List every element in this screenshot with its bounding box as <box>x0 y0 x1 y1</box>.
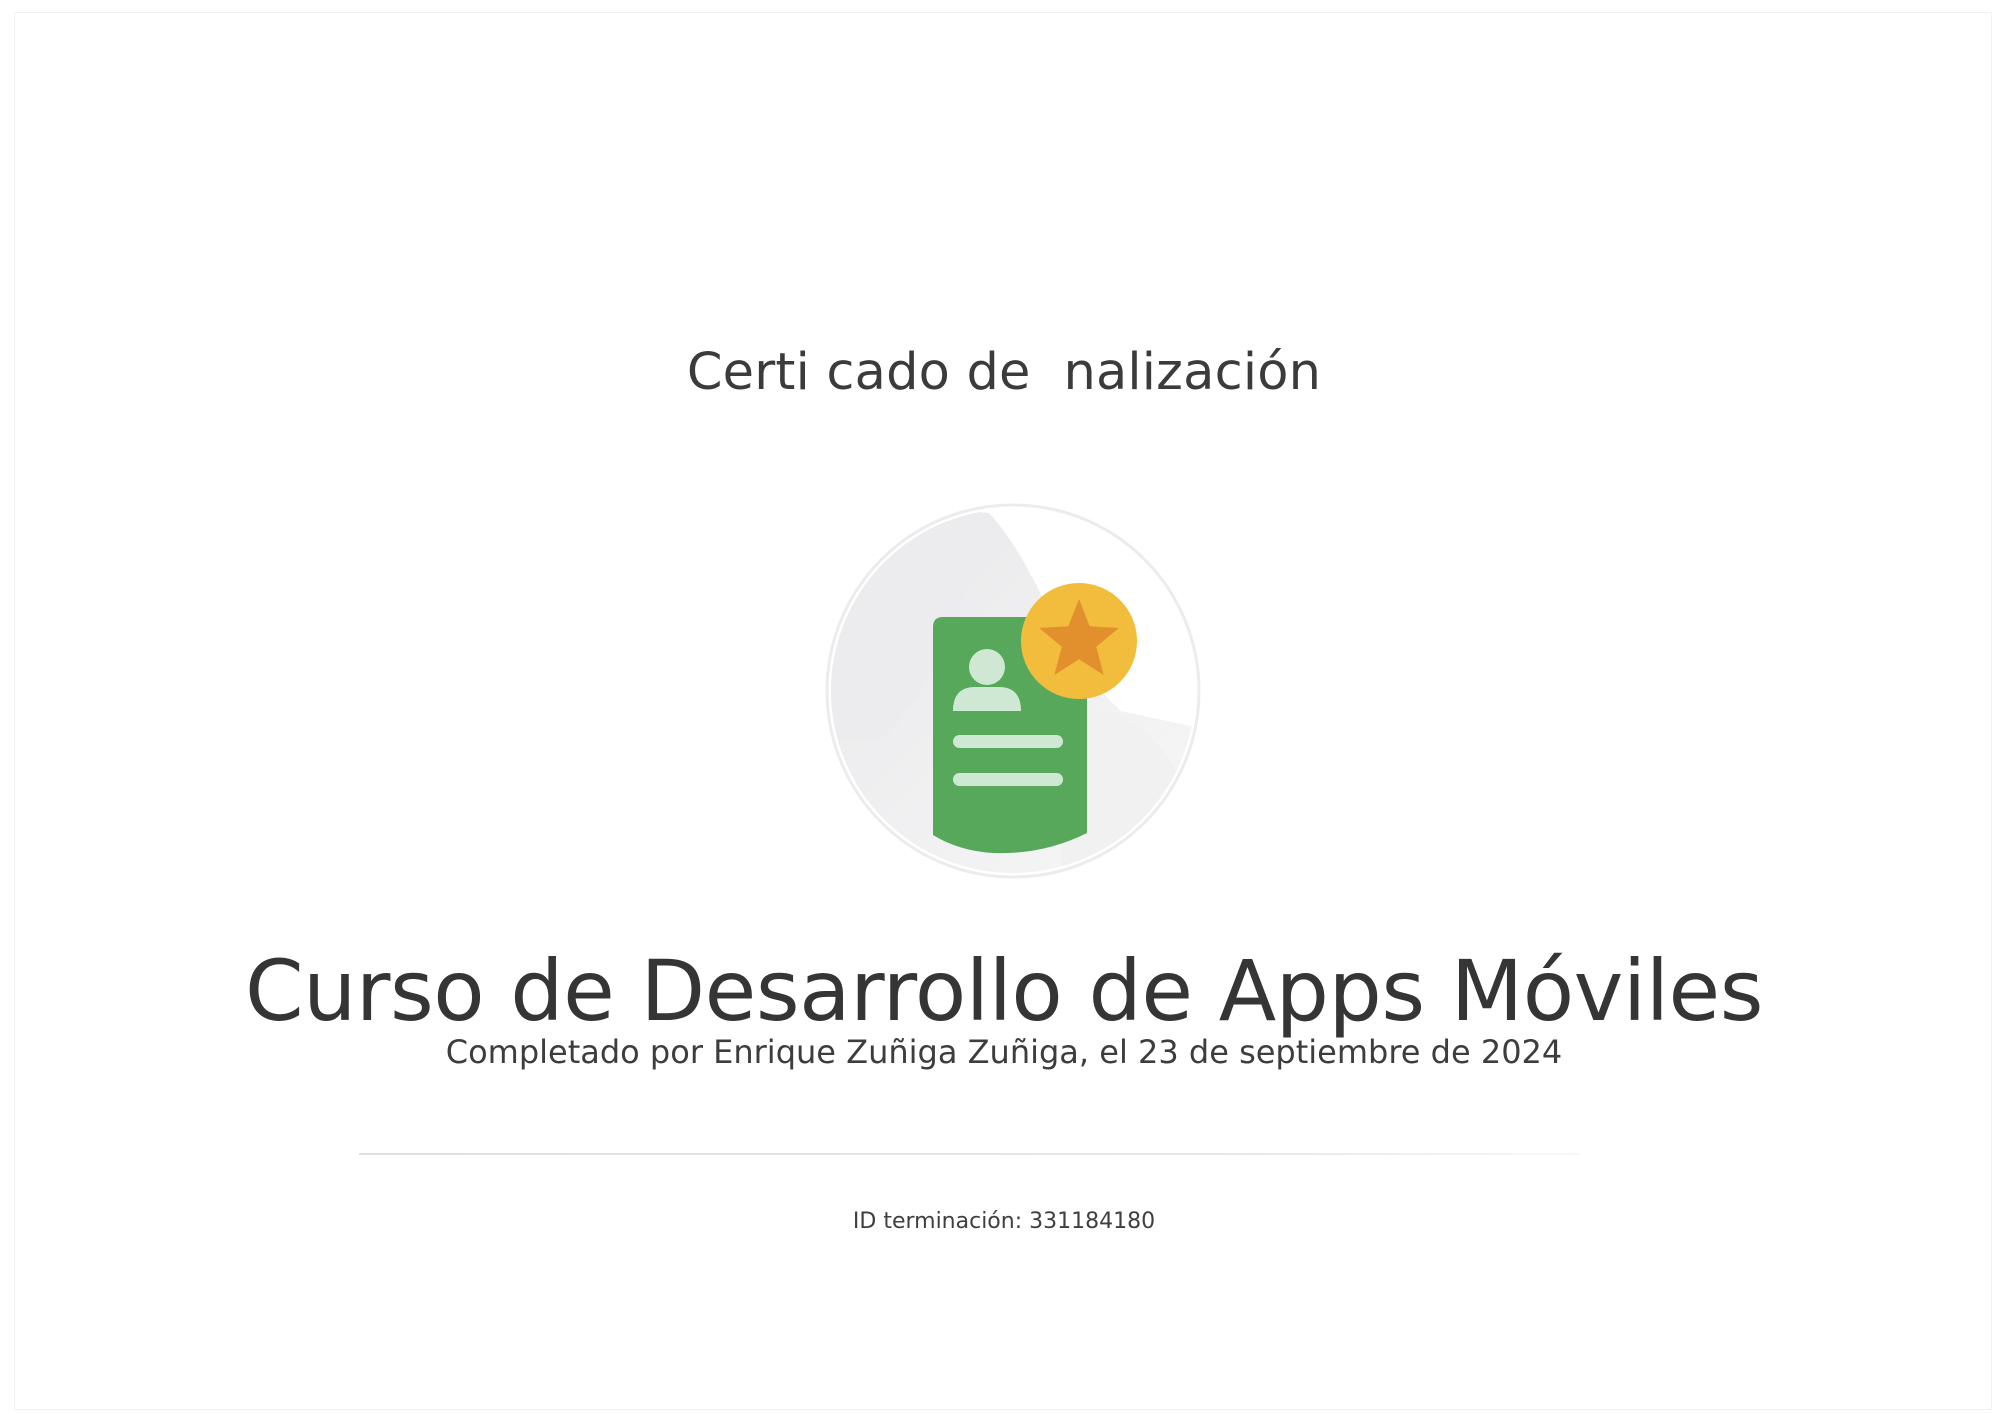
certificate-heading: Certi cado de nalización <box>686 343 1322 402</box>
certificate-badge-icon <box>821 499 1205 883</box>
certificate-page: Certi cado de nalización Curso de Desarr… <box>14 12 1992 1410</box>
course-title: Curso de Desarrollo de Apps Móviles <box>245 942 1763 1040</box>
completion-id-label: ID terminación: <box>852 1209 1023 1234</box>
divider <box>359 1153 1579 1155</box>
completion-id-value: 331184180 <box>1029 1209 1156 1234</box>
completion-id: ID terminación: 331184180 <box>15 1207 1993 1237</box>
completed-by-text: Completado por Enrique Zuñiga Zuñiga, el… <box>445 1033 1563 1071</box>
